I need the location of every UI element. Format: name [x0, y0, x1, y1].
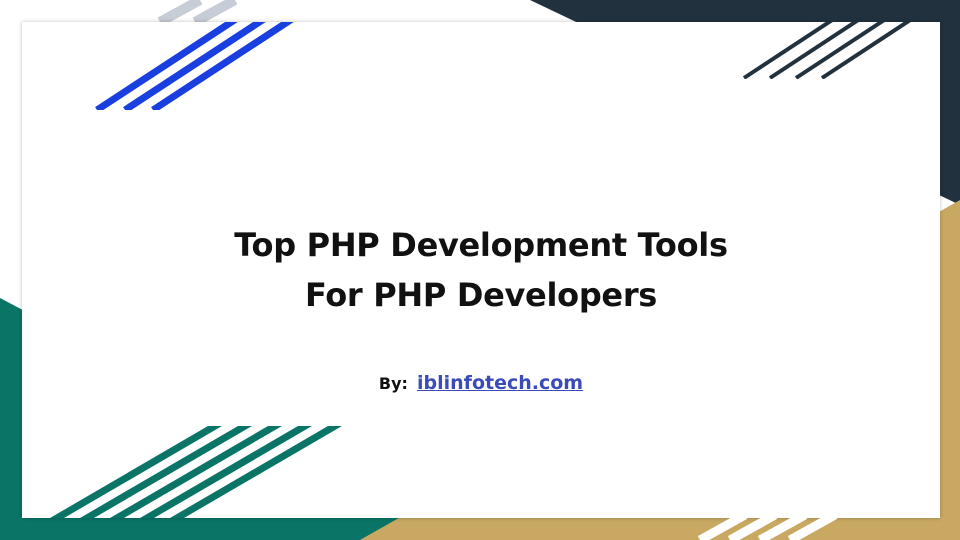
- title-line-1: Top PHP Development Tools: [234, 226, 728, 264]
- presentation-slide: Top PHP Development Tools For PHP Develo…: [0, 0, 960, 540]
- blue-stripe-mask: [22, 110, 322, 130]
- website-link[interactable]: iblinfotech.com: [417, 372, 583, 394]
- title-line-2: For PHP Developers: [304, 276, 658, 314]
- author-byline: By: iblinfotech.com: [22, 370, 940, 397]
- by-label: By:: [378, 374, 408, 393]
- navy-stripe-mask: [722, 79, 940, 99]
- slide-title: Top PHP Development Tools For PHP Develo…: [22, 220, 940, 320]
- slide-content-card: Top PHP Development Tools For PHP Develo…: [22, 22, 940, 518]
